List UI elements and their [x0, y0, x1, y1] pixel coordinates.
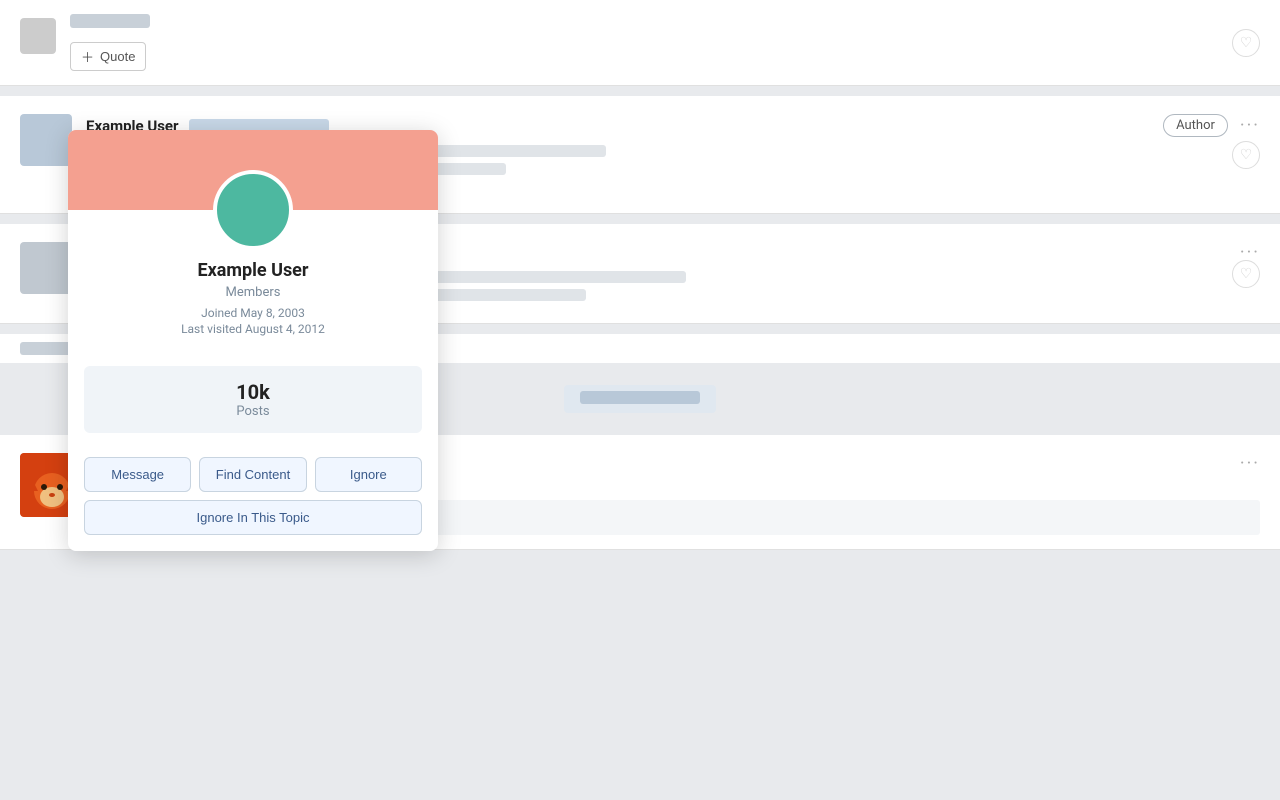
popup-avatar[interactable]	[213, 170, 293, 250]
popup-username[interactable]: Example User	[88, 260, 418, 281]
popup-actions: Message Find Content Ignore Ignore In Th…	[68, 445, 438, 551]
message-button[interactable]: Message	[84, 457, 191, 492]
popup-joined: Joined May 8, 2003	[88, 306, 418, 320]
popup-last-visited: Last visited August 4, 2012	[88, 322, 418, 336]
popup-actions-row-1: Message Find Content Ignore	[84, 457, 422, 492]
popup-stats: 10k Posts	[84, 366, 422, 433]
ignore-topic-button[interactable]: Ignore In This Topic	[84, 500, 422, 535]
popup-role: Members	[88, 285, 418, 300]
popup-posts-count: 10k	[98, 380, 408, 404]
popup-posts-label: Posts	[98, 404, 408, 419]
profile-popup: Example User Members Joined May 8, 2003 …	[68, 130, 438, 551]
ignore-button[interactable]: Ignore	[315, 457, 422, 492]
popup-banner	[68, 130, 438, 210]
find-content-button[interactable]: Find Content	[199, 457, 306, 492]
